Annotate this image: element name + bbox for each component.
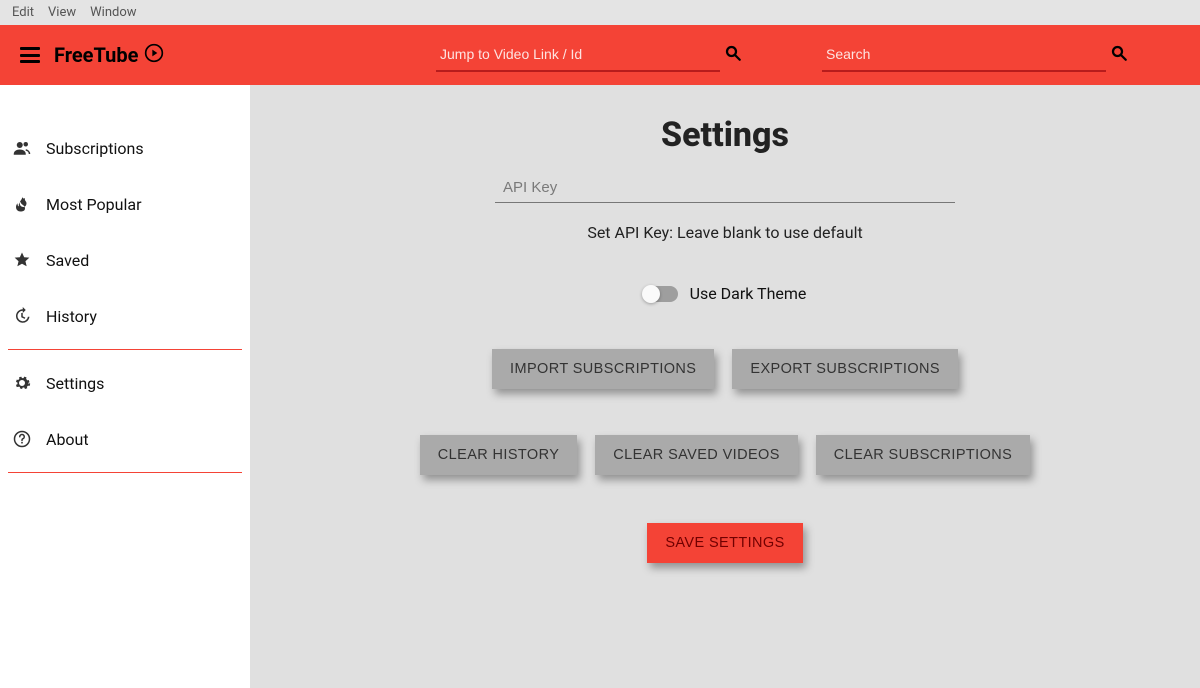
sidebar-item-label: About xyxy=(46,430,89,449)
app-brand: FreeTube xyxy=(54,43,164,68)
hamburger-icon[interactable] xyxy=(20,47,40,63)
save-settings-button[interactable]: SAVE SETTINGS xyxy=(647,523,802,563)
play-circle-icon xyxy=(144,43,164,68)
question-icon xyxy=(12,429,32,449)
clear-history-button[interactable]: CLEAR HISTORY xyxy=(420,435,578,475)
fire-icon xyxy=(12,194,32,214)
sidebar-item-subscriptions[interactable]: Subscriptions xyxy=(0,120,250,176)
search-input[interactable] xyxy=(822,38,1106,72)
jump-search-icon[interactable] xyxy=(724,44,742,66)
search-icon[interactable] xyxy=(1110,44,1128,66)
clear-saved-videos-button[interactable]: CLEAR SAVED VIDEOS xyxy=(595,435,797,475)
users-icon xyxy=(12,138,32,158)
import-subscriptions-button[interactable]: IMPORT SUBSCRIPTIONS xyxy=(492,349,714,389)
api-key-input[interactable] xyxy=(495,173,955,203)
sidebar-item-label: Subscriptions xyxy=(46,139,144,158)
page-title: Settings xyxy=(270,115,1180,155)
sidebar-item-label: History xyxy=(46,307,97,326)
window-menubar: Edit View Window xyxy=(0,0,1200,25)
sidebar-item-label: Settings xyxy=(46,374,104,393)
sidebar-item-most-popular[interactable]: Most Popular xyxy=(0,176,250,232)
settings-panel: Settings Set API Key: Leave blank to use… xyxy=(250,85,1200,688)
sidebar-divider xyxy=(8,472,242,473)
dark-theme-label: Use Dark Theme xyxy=(690,284,807,303)
gear-icon xyxy=(12,373,32,393)
menu-edit[interactable]: Edit xyxy=(5,5,41,20)
toggle-knob xyxy=(642,285,660,303)
menu-view[interactable]: View xyxy=(41,5,83,20)
search-input-wrap xyxy=(822,38,1106,72)
export-subscriptions-button[interactable]: EXPORT SUBSCRIPTIONS xyxy=(732,349,958,389)
sidebar-divider xyxy=(8,349,242,350)
sidebar-item-label: Most Popular xyxy=(46,195,142,214)
sidebar-item-history[interactable]: History xyxy=(0,288,250,344)
sidebar-item-saved[interactable]: Saved xyxy=(0,232,250,288)
star-icon xyxy=(12,250,32,270)
history-icon xyxy=(12,306,32,326)
app-header: FreeTube xyxy=(0,25,1200,85)
jump-to-video-input[interactable] xyxy=(436,38,720,72)
app-brand-text: FreeTube xyxy=(54,43,138,67)
sidebar-item-about[interactable]: About xyxy=(0,411,250,467)
jump-input-wrap xyxy=(436,38,720,72)
api-key-hint: Set API Key: Leave blank to use default xyxy=(270,223,1180,242)
clear-subscriptions-button[interactable]: CLEAR SUBSCRIPTIONS xyxy=(816,435,1030,475)
menu-window[interactable]: Window xyxy=(83,5,143,20)
sidebar: Subscriptions Most Popular Saved History xyxy=(0,85,250,688)
sidebar-item-label: Saved xyxy=(46,251,89,270)
dark-theme-toggle[interactable] xyxy=(644,286,678,302)
sidebar-item-settings[interactable]: Settings xyxy=(0,355,250,411)
